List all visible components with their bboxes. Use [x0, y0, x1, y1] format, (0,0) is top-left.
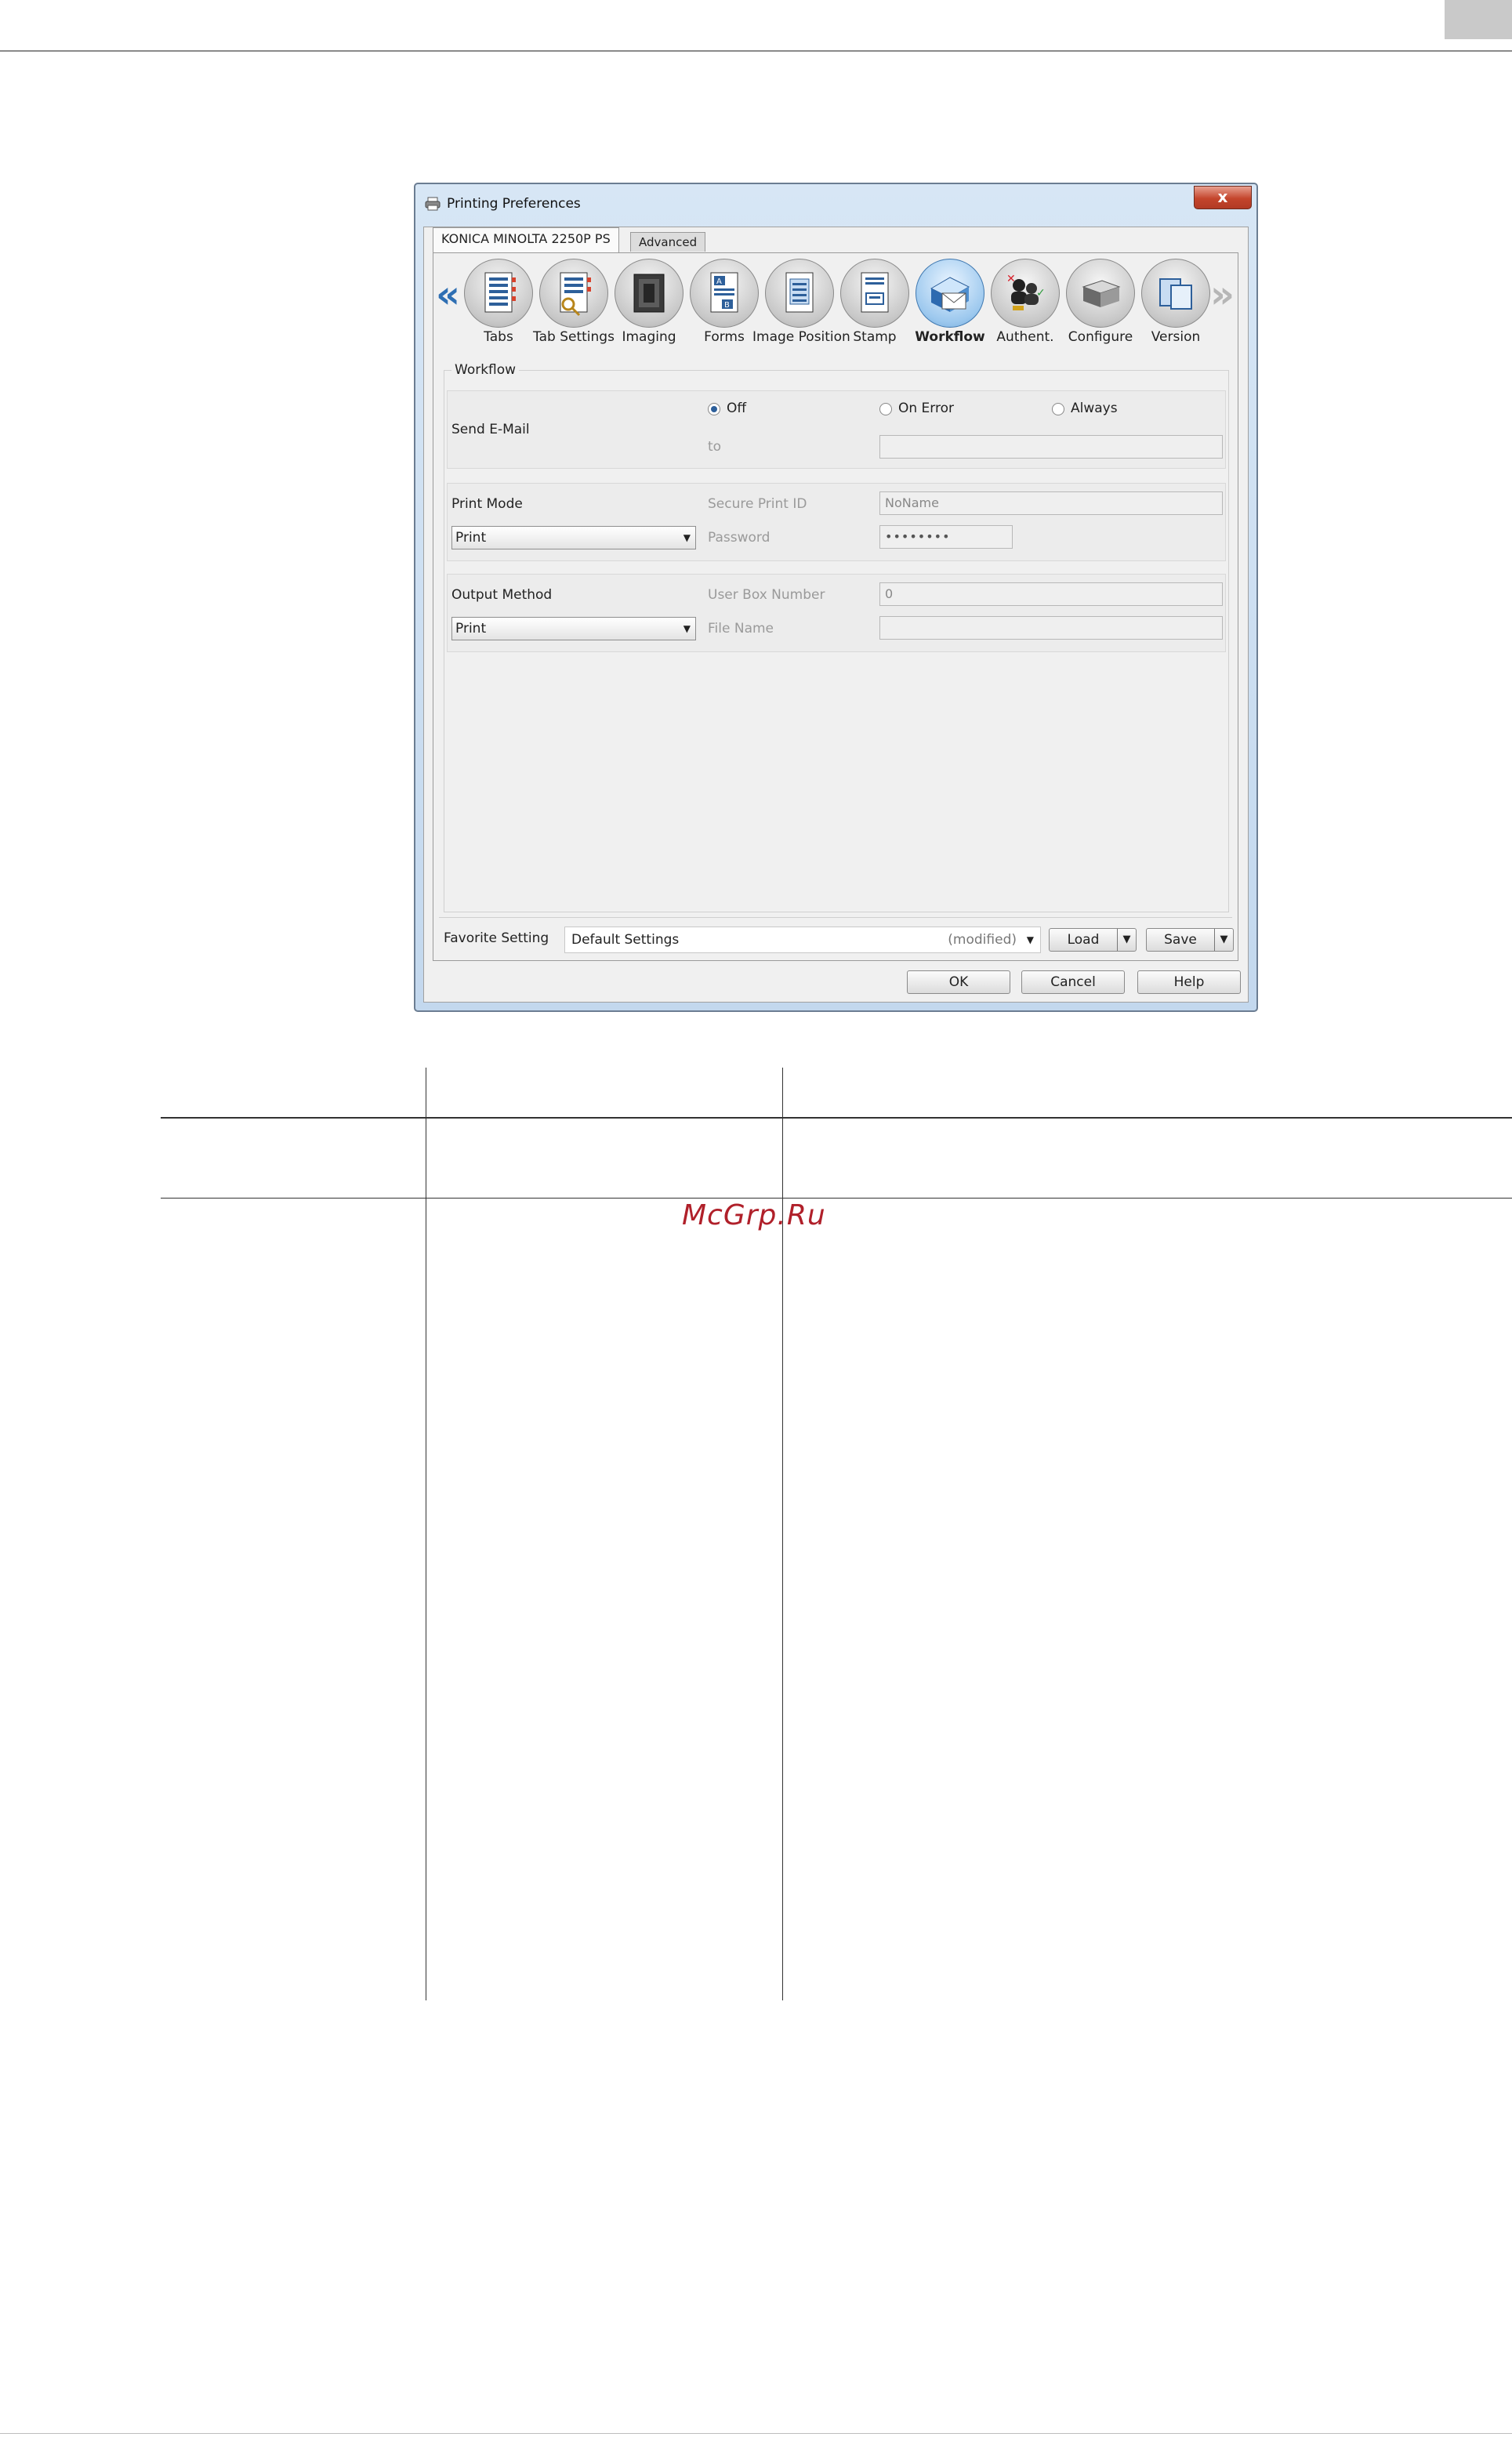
send-email-off-radio[interactable]	[708, 403, 720, 415]
tab-settings-icon[interactable]	[539, 259, 608, 328]
workflow-icon[interactable]	[916, 259, 984, 328]
tab-printer-model[interactable]: KONICA MINOLTA 2250P PS	[433, 227, 619, 252]
chevron-down-icon: ▼	[1026, 934, 1034, 945]
ok-button[interactable]: OK	[907, 970, 1010, 994]
save-button[interactable]: Save ▼	[1146, 928, 1234, 952]
imaging-icon[interactable]	[615, 259, 683, 328]
forms-icon[interactable]: AB	[690, 259, 759, 328]
svg-text:✕: ✕	[1006, 273, 1016, 285]
file-name-field[interactable]	[879, 616, 1223, 640]
scroll-right-icon[interactable]: »	[1210, 276, 1235, 314]
send-email-on-error-radio[interactable]	[879, 403, 892, 415]
footer-rule	[0, 2433, 1512, 2434]
header-rule	[0, 50, 1512, 52]
send-email-to-field[interactable]	[879, 435, 1223, 459]
password-label: Password	[708, 530, 771, 546]
secure-print-id-field[interactable]: NoName	[879, 491, 1223, 515]
version-icon[interactable]	[1141, 259, 1210, 328]
dialog-titlebar: Printing Preferences	[425, 194, 581, 214]
svg-text:✓: ✓	[1036, 287, 1046, 299]
stamp-icon[interactable]	[840, 259, 909, 328]
close-button[interactable]: x	[1194, 186, 1252, 209]
print-mode-select[interactable]: Print ▼	[451, 526, 696, 549]
tabs-icon[interactable]	[464, 259, 533, 328]
output-method-value: Print	[455, 621, 487, 636]
save-dropdown-icon[interactable]: ▼	[1214, 929, 1233, 951]
save-button-label: Save	[1164, 932, 1197, 948]
dialog-title: Printing Preferences	[447, 196, 581, 212]
page-tab-marker	[1445, 0, 1512, 39]
secure-print-id-label: Secure Print ID	[708, 496, 807, 512]
user-box-number-label: User Box Number	[708, 587, 825, 603]
favorite-setting-label: Favorite Setting	[444, 930, 549, 946]
workflow-section-title: Workflow	[451, 362, 520, 378]
favorite-setting-value: Default Settings	[571, 932, 680, 948]
file-name-label: File Name	[708, 621, 774, 636]
favorite-modified-indicator: (modified)	[948, 932, 1017, 948]
send-email-on-error-label: On Error	[898, 401, 954, 416]
send-email-to-label: to	[708, 439, 722, 455]
send-email-always-radio[interactable]	[1052, 403, 1064, 415]
user-box-number-field[interactable]: 0	[879, 582, 1223, 606]
table-row-rule	[161, 1198, 1512, 1199]
output-method-label: Output Method	[451, 587, 553, 603]
tab-advanced[interactable]: Advanced	[630, 232, 706, 252]
printer-icon	[425, 197, 441, 211]
authentication-icon[interactable]: ✕ ✓	[991, 259, 1060, 328]
password-field[interactable]: ••••••••	[879, 525, 1013, 549]
manual-page: Printing Preferences x KONICA MINOLTA 22…	[0, 0, 1512, 2437]
output-method-select[interactable]: Print ▼	[451, 617, 696, 640]
chevron-down-icon: ▼	[683, 532, 691, 543]
help-button[interactable]: Help	[1137, 970, 1241, 994]
configure-icon[interactable]	[1066, 259, 1135, 328]
load-button[interactable]: Load ▼	[1049, 928, 1137, 952]
load-dropdown-icon[interactable]: ▼	[1117, 929, 1136, 951]
icon-label-version: Version	[1151, 329, 1201, 345]
print-mode-label: Print Mode	[451, 496, 523, 512]
send-email-always-label: Always	[1071, 401, 1118, 416]
load-button-label: Load	[1067, 932, 1100, 948]
send-email-label: Send E-Mail	[451, 422, 530, 437]
table-header-rule	[161, 1117, 1512, 1119]
svg-text:A: A	[716, 277, 722, 286]
watermark: McGrp.Ru	[682, 1199, 826, 1231]
image-position-icon[interactable]	[765, 259, 834, 328]
chevron-down-icon: ▼	[683, 623, 691, 634]
favorite-setting-select[interactable]: Default Settings (modified) ▼	[564, 927, 1041, 953]
svg-text:B: B	[724, 301, 730, 310]
scroll-left-icon[interactable]: «	[436, 276, 460, 314]
send-email-off-label: Off	[727, 401, 747, 416]
favorite-separator	[439, 917, 1232, 918]
cancel-button[interactable]: Cancel	[1021, 970, 1125, 994]
print-mode-value: Print	[455, 530, 487, 546]
